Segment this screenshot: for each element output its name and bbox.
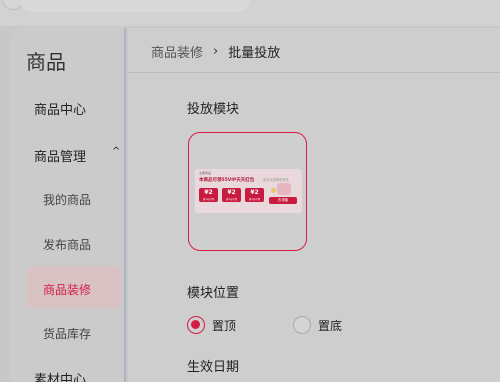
top-search-pill[interactable]	[20, 0, 250, 12]
banner-hint: 更多优惠等你来领	[263, 178, 289, 182]
coupon-condition: 满1元可用	[202, 198, 215, 201]
sidebar-item-publish-product[interactable]: 发布商品	[43, 236, 91, 253]
coupon-condition: 满1元可用	[248, 198, 261, 201]
breadcrumb-separator-icon: ›	[213, 44, 219, 59]
coupon-card: ¥2 满1元可用	[199, 188, 218, 202]
coupon-value: ¥2	[250, 189, 259, 196]
coupon-condition: 满1元可用	[225, 198, 238, 201]
sidebar-item-product-center[interactable]: 商品中心	[34, 99, 86, 118]
position-option-label[interactable]: 置底	[318, 317, 342, 334]
section-title-module: 投放模块	[187, 102, 240, 117]
sidebar-item-product-decoration[interactable]: 商品装修	[43, 281, 91, 298]
breadcrumb: 商品装修 › 批量投放	[151, 42, 280, 61]
sidebar-item-my-products[interactable]: 我的商品	[43, 191, 91, 208]
banner-title: 本商品可领55VIP天天红包	[199, 178, 255, 183]
gift-box-icon	[277, 183, 291, 195]
module-preview-banner: 主推商品 本商品可领55VIP天天红包 更多优惠等你来领 ¥2 满1元可用 ¥2…	[195, 169, 302, 213]
radio-checked-icon[interactable]	[187, 316, 205, 334]
sidebar-item-partial[interactable]: 素材中心	[34, 369, 86, 382]
coupon-card: ¥2 满1元可用	[245, 188, 264, 202]
sidebar-item-inventory[interactable]: 货品库存	[43, 325, 91, 342]
chevron-up-icon[interactable]: ^	[112, 146, 120, 157]
banner-cta-button: 去领取	[269, 197, 297, 204]
section-title-position: 模块位置	[187, 286, 240, 301]
banner-header: 主推商品	[199, 171, 212, 175]
coupon-value: ¥2	[227, 189, 236, 196]
radio-unchecked-icon[interactable]	[293, 316, 311, 334]
breadcrumb-parent[interactable]: 商品装修	[151, 42, 203, 61]
top-strip	[0, 0, 500, 26]
coin-icon	[271, 188, 276, 193]
position-option-bottom[interactable]: 置底	[293, 316, 342, 334]
position-option-label[interactable]: 置顶	[212, 317, 236, 334]
coupon-card: ¥2 满1元可用	[222, 188, 241, 202]
sidebar-item-product-management[interactable]: 商品管理	[34, 146, 86, 165]
sidebar-brand: 商品	[26, 50, 66, 74]
section-title-effective-date: 生效日期	[187, 360, 240, 375]
header-divider	[128, 72, 500, 73]
coupon-value: ¥2	[204, 189, 213, 196]
position-option-top[interactable]: 置顶	[187, 316, 236, 334]
breadcrumb-current: 批量投放	[228, 46, 281, 61]
module-preview-card[interactable]: 主推商品 本商品可领55VIP天天红包 更多优惠等你来领 ¥2 满1元可用 ¥2…	[188, 132, 307, 251]
